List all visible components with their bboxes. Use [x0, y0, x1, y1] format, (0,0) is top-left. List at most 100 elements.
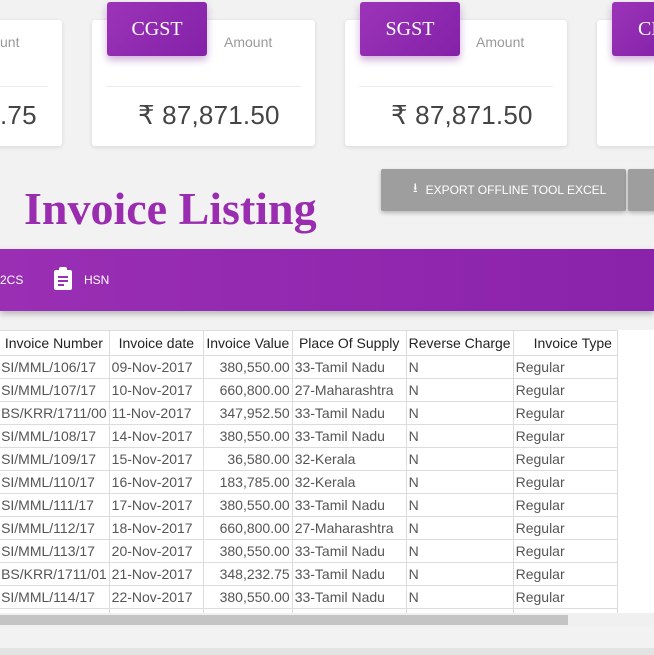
table-cell: 32-Kerala	[291, 470, 407, 494]
amount-label: Amount	[476, 34, 525, 50]
table-cell: Regular	[512, 470, 619, 494]
export-offline-tool-excel-button[interactable]: ⭳ EXPORT OFFLINE TOOL EXCEL	[381, 169, 626, 211]
card-divider	[106, 86, 301, 87]
table-cell: 09-Nov-2017	[108, 355, 204, 379]
table-row[interactable]: SI/MML/108/17 14-Nov-2017 380,550.00 33-Tam…	[0, 424, 619, 448]
table-cell: SI/MML/108/17	[0, 424, 110, 448]
table-cell: Regular	[512, 539, 619, 563]
table-cell: 380,550.00	[202, 539, 293, 563]
scrollbar-thumb[interactable]	[0, 615, 568, 625]
table-cell: 380,550.00	[202, 424, 293, 448]
table-cell: 380,550.00	[202, 585, 293, 609]
table-cell: 347,952.50	[202, 401, 293, 425]
table-cell: Regular	[512, 424, 619, 448]
column-header[interactable]: Invoice Type	[512, 330, 619, 356]
table-cell: Regular	[512, 447, 619, 471]
table-cell: 33-Tamil Nadu	[291, 539, 407, 563]
table-cell: BS/KRR/1711/01	[0, 562, 110, 586]
tab-hsn[interactable]: HSN	[54, 249, 109, 311]
table-cell: Regular	[512, 493, 619, 517]
column-header[interactable]: Invoice date	[108, 330, 204, 356]
page-title: Invoice Listing	[24, 183, 317, 234]
column-header[interactable]: Place Of Supply	[291, 330, 407, 356]
tab-b2cs[interactable]: 2CS	[0, 249, 23, 311]
table-cell: 20-Nov-2017	[108, 539, 204, 563]
table-cell: SI/MML/110/17	[0, 470, 110, 494]
table-row[interactable]: SI/MML/114/17 22-Nov-2017 380,550.00 33-Tam…	[0, 585, 619, 609]
table-cell: SI/MML/111/17	[0, 493, 110, 517]
tab-label: HSN	[84, 273, 110, 287]
amount-label: unt	[0, 34, 20, 50]
table-cell: 33-Tamil Nadu	[291, 355, 407, 379]
table-cell: N	[405, 355, 514, 379]
invoice-table-container[interactable]: ent Invoice Number Invoice date Invoice …	[0, 330, 654, 613]
table-cell: 380,550.00	[202, 355, 293, 379]
invoice-table: ent Invoice Number Invoice date Invoice …	[0, 330, 619, 613]
cgst-badge: CGST	[107, 2, 207, 56]
table-cell: SI/MML/112/17	[0, 516, 110, 540]
table-cell: Regular	[512, 378, 619, 402]
horizontal-scrollbar[interactable]	[0, 613, 654, 627]
amount-label: Amount	[224, 34, 273, 50]
cess-badge: CE	[612, 2, 654, 56]
column-header[interactable]: Invoice Number	[0, 330, 110, 356]
bottom-bar	[0, 648, 654, 655]
table-row[interactable]: SI/MML/113/17 20-Nov-2017 380,550.00 33-Tam…	[0, 539, 619, 563]
amount-value: .75	[0, 100, 37, 130]
table-cell: Regular	[512, 585, 619, 609]
download-icon: ⭳	[413, 180, 418, 195]
table-row[interactable]: SI/MML/107/17 10-Nov-2017 660,800.00 27-Mah…	[0, 378, 619, 402]
table-cell: Regular	[512, 401, 619, 425]
table-row[interactable]: BS/KRR/1711/00 11-Nov-2017 347,952.50 33-Ta…	[0, 401, 619, 425]
table-cell: 33-Tamil Nadu	[291, 585, 407, 609]
table-cell: 15-Nov-2017	[108, 447, 204, 471]
table-cell: 32-Kerala	[291, 447, 407, 471]
section-tabs-bar: 2CS HSN	[0, 249, 654, 311]
table-cell: 11-Nov-2017	[108, 401, 204, 425]
table-cell: 660,800.00	[202, 516, 293, 540]
table-row[interactable]: SI/MML/110/17 16-Nov-2017 183,785.00 32-Ker…	[0, 470, 619, 494]
table-cell: N	[405, 585, 514, 609]
next-action-button[interactable]	[628, 169, 654, 211]
table-cell: N	[405, 516, 514, 540]
clipboard-icon	[54, 267, 72, 290]
table-cell: 10-Nov-2017	[108, 378, 204, 402]
table-cell: N	[405, 424, 514, 448]
table-cell: N	[405, 378, 514, 402]
table-cell: 21-Nov-2017	[108, 562, 204, 586]
table-cell: 33-Tamil Nadu	[291, 401, 407, 425]
card-divider	[0, 86, 48, 87]
table-cell: 27-Maharashtra	[291, 378, 407, 402]
table-cell: N	[405, 562, 514, 586]
table-cell: N	[405, 470, 514, 494]
table-row[interactable]: SI/MML/106/17 09-Nov-2017 380,550.00 33-Tam…	[0, 355, 619, 379]
table-cell: SI/MML/109/17	[0, 447, 110, 471]
table-cell: SI/MML/113/17	[0, 539, 110, 563]
summary-card-igst: unt .75	[0, 20, 62, 146]
table-cell: N	[405, 493, 514, 517]
column-header[interactable]: Reverse Charge	[405, 330, 514, 356]
sgst-badge: SGST	[360, 2, 460, 56]
cess-badge-label: CE	[638, 17, 654, 40]
card-divider	[359, 86, 553, 87]
table-row[interactable]: SI/MML/109/17 15-Nov-2017 36,580.00 32-Kera…	[0, 447, 619, 471]
amount-value: ₹ 87,871.50	[138, 100, 280, 130]
table-cell: 33-Tamil Nadu	[291, 493, 407, 517]
table-cell: 380,550.00	[202, 493, 293, 517]
table-cell: Regular	[512, 562, 619, 586]
amount-value: ₹ 87,871.50	[391, 100, 533, 130]
table-header-row: ent Invoice Number Invoice date Invoice …	[0, 330, 619, 356]
column-header[interactable]: Invoice Value	[202, 330, 293, 356]
table-cell: 16-Nov-2017	[108, 470, 204, 494]
table-cell: 17-Nov-2017	[108, 493, 204, 517]
table-cell: 36,580.00	[202, 447, 293, 471]
table-cell: N	[405, 401, 514, 425]
tab-label: 2CS	[0, 273, 24, 287]
table-row[interactable]: BS/KRR/1711/01 21-Nov-2017 348,232.75 33-Ta…	[0, 562, 619, 586]
table-cell: SI/MML/106/17	[0, 355, 110, 379]
table-cell: SI/MML/114/17	[0, 585, 110, 609]
table-row[interactable]: SI/MML/112/17 18-Nov-2017 660,800.00 27-Mah…	[0, 516, 619, 540]
table-cell: 660,800.00	[202, 378, 293, 402]
table-cell: BS/KRR/1711/00	[0, 401, 110, 425]
table-row[interactable]: SI/MML/111/17 17-Nov-2017 380,550.00 33-Tam…	[0, 493, 619, 517]
